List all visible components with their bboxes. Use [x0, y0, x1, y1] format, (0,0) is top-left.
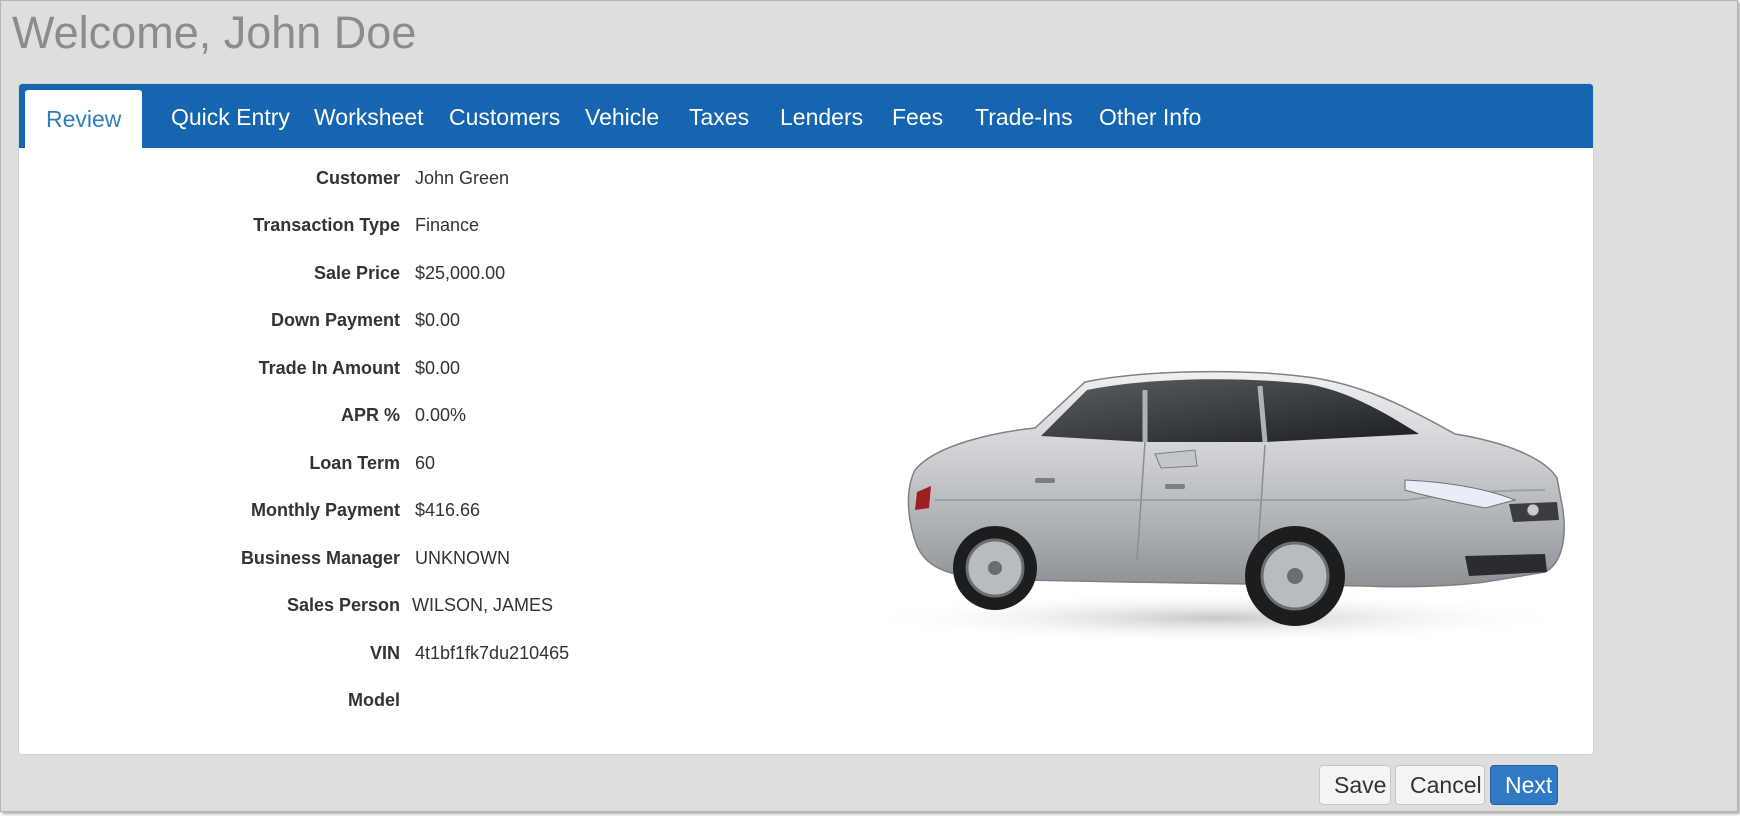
field-label: Sales Person: [286, 595, 400, 615]
tab-customers[interactable]: Customers: [428, 84, 581, 148]
field-label: Transaction Type: [253, 215, 400, 235]
field-value: $416.66: [415, 500, 481, 520]
field-row-customer: Customer John Green: [19, 168, 819, 196]
field-row-trade-in-amount: Trade In Amount $0.00: [19, 358, 819, 386]
field-label: Trade In Amount: [258, 358, 400, 378]
next-button[interactable]: Next: [1490, 765, 1558, 805]
tab-lenders[interactable]: Lenders: [759, 84, 884, 148]
tab-review[interactable]: Review: [25, 90, 143, 148]
field-row-sales-person: Sales Person WILSON, JAMES: [19, 595, 819, 623]
field-value: $0.00: [415, 358, 461, 378]
app-window: Welcome, John Doe Review Quick Entry Wor…: [0, 0, 1738, 812]
cancel-button[interactable]: Cancel: [1395, 765, 1485, 805]
welcome-heading: Welcome, John Doe: [12, 7, 417, 58]
field-label: Sale Price: [313, 263, 400, 283]
field-row-apr: APR % 0.00%: [19, 405, 819, 433]
field-row-loan-term: Loan Term 60: [19, 453, 819, 481]
tab-taxes[interactable]: Taxes: [668, 84, 770, 148]
field-row-sale-price: Sale Price $25,000.00: [19, 263, 819, 291]
field-row-transaction-type: Transaction Type Finance: [19, 215, 819, 243]
car-icon: [855, 370, 1575, 644]
tab-bar: Review Quick Entry Worksheet Customers V…: [19, 84, 1593, 148]
field-label: Customer: [315, 168, 400, 188]
save-button[interactable]: Save: [1319, 765, 1391, 805]
field-label: APR %: [340, 405, 400, 425]
field-row-vin: VIN 4t1bf1fk7du210465: [19, 643, 819, 671]
field-value: 0.00%: [415, 405, 467, 425]
field-row-model: Model: [19, 690, 819, 718]
deal-panel: Review Quick Entry Worksheet Customers V…: [18, 83, 1594, 755]
field-row-down-payment: Down Payment $0.00: [19, 310, 819, 338]
field-row-monthly-payment: Monthly Payment $416.66: [19, 500, 819, 528]
tab-worksheet[interactable]: Worksheet: [293, 84, 445, 148]
tab-other-info[interactable]: Other Info: [1078, 84, 1222, 148]
tab-vehicle[interactable]: Vehicle: [564, 84, 680, 148]
field-value: WILSON, JAMES: [412, 595, 554, 615]
field-value: $25,000.00: [415, 263, 506, 283]
field-value: John Green: [415, 168, 510, 188]
field-label: Loan Term: [309, 453, 400, 473]
field-label: Model: [348, 690, 400, 710]
field-label: Monthly Payment: [250, 500, 400, 520]
field-label: Business Manager: [240, 548, 400, 568]
field-value: $0.00: [415, 310, 461, 330]
tab-quick-entry[interactable]: Quick Entry: [150, 84, 311, 148]
field-value: 60: [415, 453, 436, 473]
field-label: VIN: [369, 643, 400, 663]
tab-fees[interactable]: Fees: [871, 84, 964, 148]
tab-trade-ins[interactable]: Trade-Ins: [954, 84, 1094, 148]
field-row-business-manager: Business Manager UNKNOWN: [19, 548, 819, 576]
field-label: Down Payment: [270, 310, 400, 330]
field-value: UNKNOWN: [415, 548, 510, 568]
field-value: Finance: [415, 215, 480, 235]
field-value: 4t1bf1fk7du210465: [415, 643, 570, 663]
